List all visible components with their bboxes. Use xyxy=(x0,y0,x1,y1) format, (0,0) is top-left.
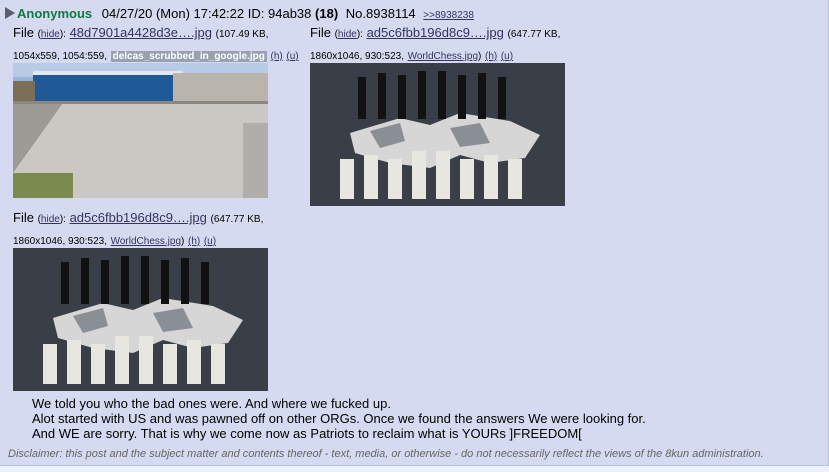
world-chess-thumbnail[interactable] xyxy=(310,63,565,206)
post-body: We told you who the bad ones were. And w… xyxy=(32,396,646,441)
hide-file-link[interactable]: hide xyxy=(41,214,60,225)
file-label: File xyxy=(13,25,34,40)
file-original-name[interactable]: WorldChess.jpg xyxy=(408,51,478,62)
poster-id-label: ID: xyxy=(247,6,265,21)
poster-id[interactable]: 94ab38 xyxy=(268,6,311,21)
file-h-link[interactable]: (h) xyxy=(271,51,283,62)
file-name-link[interactable]: 48d7901a4428d3e….jpg xyxy=(70,25,212,40)
file-info: File (hide): ad5c6fbb196d8c9….jpg (647.7… xyxy=(13,210,264,247)
hide-file-link[interactable]: hide xyxy=(41,29,60,40)
file-dims: 1860x1046, 930:523, xyxy=(13,236,107,247)
post-date: 04/27/20 (Mon) 17:42:22 xyxy=(101,6,245,21)
file-h-link[interactable]: (h) xyxy=(188,236,200,247)
post-body-line: Alot started with US and was pawned off … xyxy=(32,411,646,426)
file-original-name[interactable]: WorldChess.jpg xyxy=(111,236,181,247)
file-name-link[interactable]: ad5c6fbb196d8c9….jpg xyxy=(367,25,504,40)
building-photo-thumbnail[interactable] xyxy=(13,63,268,198)
file-label: File xyxy=(13,210,34,225)
post-reply: Anonymous 04/27/20 (Mon) 17:42:22 ID: 94… xyxy=(0,0,829,466)
hide-file-link[interactable]: hide xyxy=(338,29,357,40)
file-h-link[interactable]: (h) xyxy=(485,51,497,62)
poster-post-count: (18) xyxy=(315,6,339,21)
file-size: (647.77 KB, xyxy=(210,214,264,225)
post-menu-triangle-icon[interactable] xyxy=(5,7,15,19)
world-chess-thumbnail[interactable] xyxy=(13,248,268,391)
file-dims: 1860x1046, 930:523, xyxy=(310,51,404,62)
file-size: (647.77 KB, xyxy=(507,29,561,40)
file-u-link[interactable]: (u) xyxy=(204,236,216,247)
file-dims: 1054x559, 1054:559, xyxy=(13,51,107,62)
backlink[interactable]: >>8938238 xyxy=(423,10,474,21)
file-u-link[interactable]: (u) xyxy=(286,51,298,62)
file-u-link[interactable]: (u) xyxy=(501,51,513,62)
file-info: File (hide): 48d7901a4428d3e….jpg (107.4… xyxy=(13,25,299,62)
file-info: File (hide): ad5c6fbb196d8c9….jpg (647.7… xyxy=(310,25,561,62)
post-intro: Anonymous 04/27/20 (Mon) 17:42:22 ID: 94… xyxy=(5,6,474,21)
post-body-line: We told you who the bad ones were. And w… xyxy=(32,396,391,411)
post-body-line: And WE are sorry. That is why we come no… xyxy=(32,426,582,441)
disclaimer: Disclaimer: this post and the subject ma… xyxy=(8,448,764,460)
file-label: File xyxy=(310,25,331,40)
file-name-link[interactable]: ad5c6fbb196d8c9….jpg xyxy=(70,210,207,225)
file-size: (107.49 KB, xyxy=(215,29,269,40)
post-number[interactable]: No.8938114 xyxy=(346,6,416,21)
poster-name: Anonymous xyxy=(17,6,93,21)
file-original-name[interactable]: delcas_scrubbed_in_google.jpg xyxy=(110,51,267,62)
